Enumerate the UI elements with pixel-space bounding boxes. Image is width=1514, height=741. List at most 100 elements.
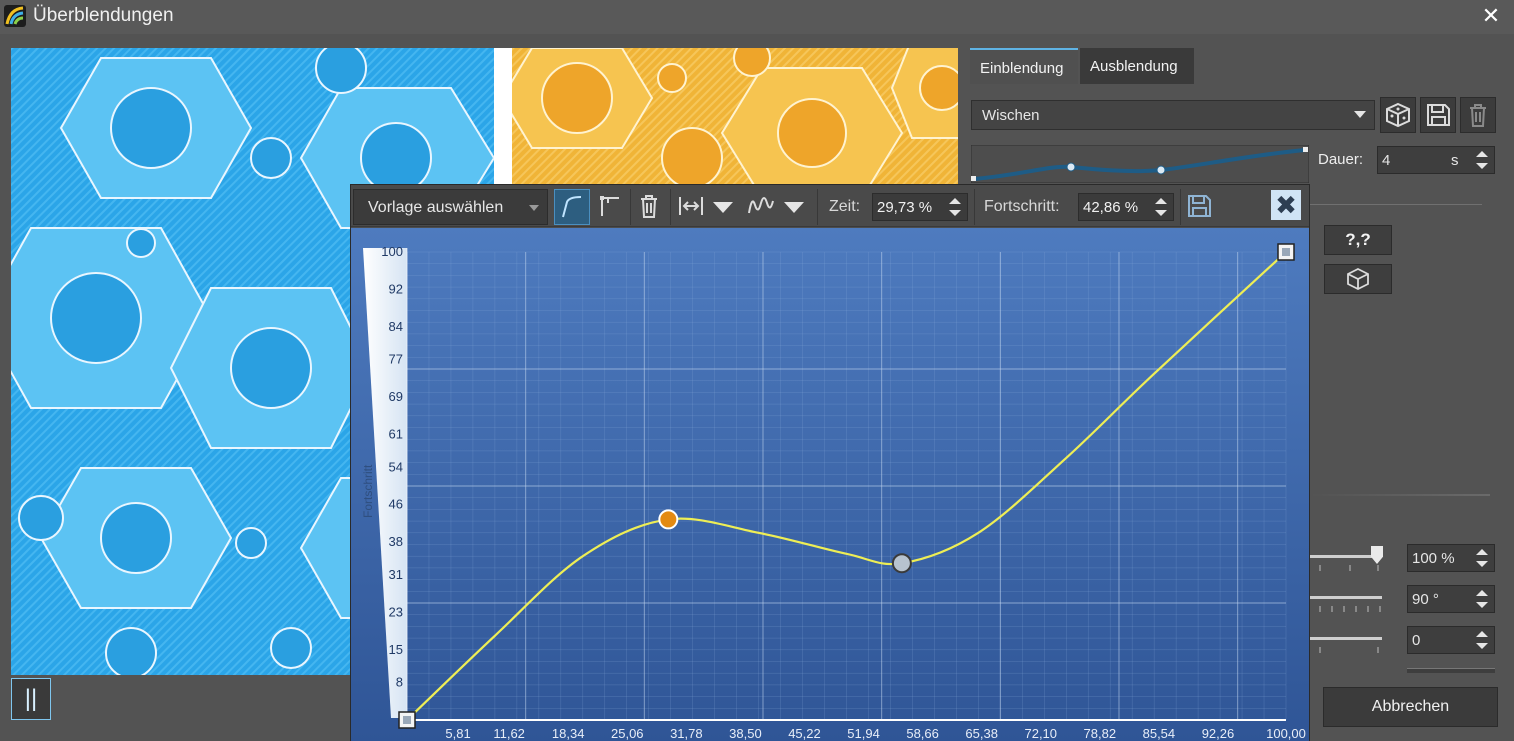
delete-point-button[interactable] <box>632 189 668 225</box>
x-tick-label: 25,06 <box>611 726 644 741</box>
duration-increase[interactable] <box>1476 151 1488 157</box>
preview-image-to <box>512 48 958 188</box>
x-tick-label: 45,22 <box>788 726 821 741</box>
x-tick-label: 31,78 <box>670 726 703 741</box>
progress-curve-chart[interactable]: 8 15 23 31 38 46 54 61 69 77 84 92 100 5,81 11,62 18,3… <box>351 228 1309 741</box>
y-tick-label: 38 <box>389 534 403 549</box>
x-tick-label: 78,82 <box>1084 726 1117 741</box>
save-icon <box>1427 104 1450 126</box>
opacity-decrease[interactable] <box>1476 561 1488 567</box>
template-select-label: Vorlage auswählen <box>368 199 504 216</box>
save-curve-button[interactable] <box>1182 189 1218 225</box>
angle-value: 90 ° <box>1412 591 1439 608</box>
y-tick-label: 61 <box>389 427 403 442</box>
x-tick-label: 92,26 <box>1202 726 1235 741</box>
close-editor-button[interactable]: ✖ <box>1271 190 1301 220</box>
duration-value: 4 <box>1382 152 1391 169</box>
template-select[interactable]: Vorlage auswählen <box>353 189 548 225</box>
toolbar-separator <box>974 189 975 225</box>
trash-icon <box>1470 104 1486 127</box>
angle-decrease[interactable] <box>1476 602 1488 608</box>
time-increase[interactable] <box>949 198 961 204</box>
wave-icon <box>748 197 774 214</box>
hold-icon <box>600 196 619 216</box>
title-bar: Überblendungen ✕ <box>0 0 1514 34</box>
time-value: 29,73 % <box>877 199 933 216</box>
divider <box>1310 494 1490 496</box>
wave-button[interactable] <box>744 189 780 225</box>
opacity-slider-handle[interactable] <box>1371 546 1383 564</box>
handle-inner <box>403 716 411 724</box>
duration-label: Dauer: <box>1318 151 1364 168</box>
curve-point[interactable] <box>891 553 912 574</box>
partial-field <box>1407 668 1495 673</box>
x-tick-label: 18,34 <box>552 726 585 741</box>
window-title: Überblendungen <box>33 5 174 26</box>
offset-decrease[interactable] <box>1476 643 1488 649</box>
dice-icon <box>1386 102 1410 128</box>
selected-curve-point[interactable] <box>658 509 679 530</box>
cancel-button[interactable]: Abbrechen <box>1323 687 1498 727</box>
progress-decrease[interactable] <box>1155 210 1167 216</box>
x-tick-label: 58,66 <box>906 726 939 741</box>
toolbar-separator <box>630 189 631 225</box>
curve-edit-icon <box>562 196 582 218</box>
delete-effect-button[interactable] <box>1460 97 1496 133</box>
tab-fade-in[interactable]: Einblendung <box>970 48 1078 84</box>
chevron-down-icon[interactable] <box>713 202 733 213</box>
curve-editor-toolbar: Vorlage auswählen Zeit: 29,73 % Fortschr… <box>351 185 1309 227</box>
offset-value: 0 <box>1412 632 1421 649</box>
x-tick-label: 11,62 <box>493 726 525 741</box>
app-logo-icon <box>4 5 26 27</box>
chevron-down-icon <box>529 205 539 211</box>
angle-increase[interactable] <box>1476 590 1488 596</box>
x-tick-label: 5,81 <box>445 726 470 741</box>
duration-decrease[interactable] <box>1476 163 1488 169</box>
preview-divider <box>494 48 512 188</box>
curve-edit-button[interactable] <box>554 189 590 225</box>
save-icon <box>1188 195 1211 217</box>
y-tick-label: 77 <box>389 352 403 367</box>
y-tick-label: 92 <box>389 281 403 296</box>
chevron-down-icon[interactable] <box>784 202 804 213</box>
opacity-value: 100 % <box>1412 550 1455 567</box>
slider-ticks <box>1319 565 1381 653</box>
effect-select[interactable]: Wischen <box>971 100 1375 130</box>
offset-increase[interactable] <box>1476 631 1488 637</box>
close-window-button[interactable]: ✕ <box>1478 3 1504 29</box>
curve-editor-panel: Vorlage auswählen Zeit: 29,73 % Fortschr… <box>350 184 1310 741</box>
save-effect-button[interactable] <box>1420 97 1456 133</box>
time-decrease[interactable] <box>949 210 961 216</box>
x-tick-label: 85,54 <box>1143 726 1176 741</box>
handle-inner <box>1282 248 1290 256</box>
width-arrows-icon <box>679 197 703 215</box>
y-tick-label: 23 <box>389 604 403 619</box>
yellow-pattern-image <box>512 48 958 188</box>
tab-fade-out[interactable]: Ausblendung <box>1080 48 1194 84</box>
y-tick-label: 69 <box>389 389 403 404</box>
x-tick-label: 72,10 <box>1024 726 1057 741</box>
toolbar-separator <box>670 189 671 225</box>
help-button[interactable]: ?,? <box>1324 225 1392 255</box>
x-tick-label: 100,00 <box>1266 726 1306 741</box>
y-tick-label: 84 <box>389 319 403 334</box>
x-tick-label: 51,94 <box>847 726 880 741</box>
progress-value: 42,86 % <box>1083 199 1139 216</box>
opacity-increase[interactable] <box>1476 549 1488 555</box>
y-tick-label: 54 <box>389 459 403 474</box>
mini-curve-preview[interactable] <box>971 145 1309 183</box>
progress-increase[interactable] <box>1155 198 1167 204</box>
stretch-button[interactable] <box>674 189 710 225</box>
dice-icon <box>1347 267 1369 291</box>
y-tick-label: 31 <box>389 567 403 582</box>
random-effect-button[interactable] <box>1380 97 1416 133</box>
pause-button[interactable]: || <box>11 678 51 720</box>
toolbar-separator <box>817 189 818 225</box>
hold-button[interactable] <box>592 189 628 225</box>
random-button[interactable] <box>1324 264 1392 294</box>
duration-unit: s <box>1451 152 1459 169</box>
divider <box>1310 204 1482 205</box>
effect-select-value: Wischen <box>982 107 1040 124</box>
time-label: Zeit: <box>829 198 861 215</box>
y-tick-label: 8 <box>396 675 403 690</box>
